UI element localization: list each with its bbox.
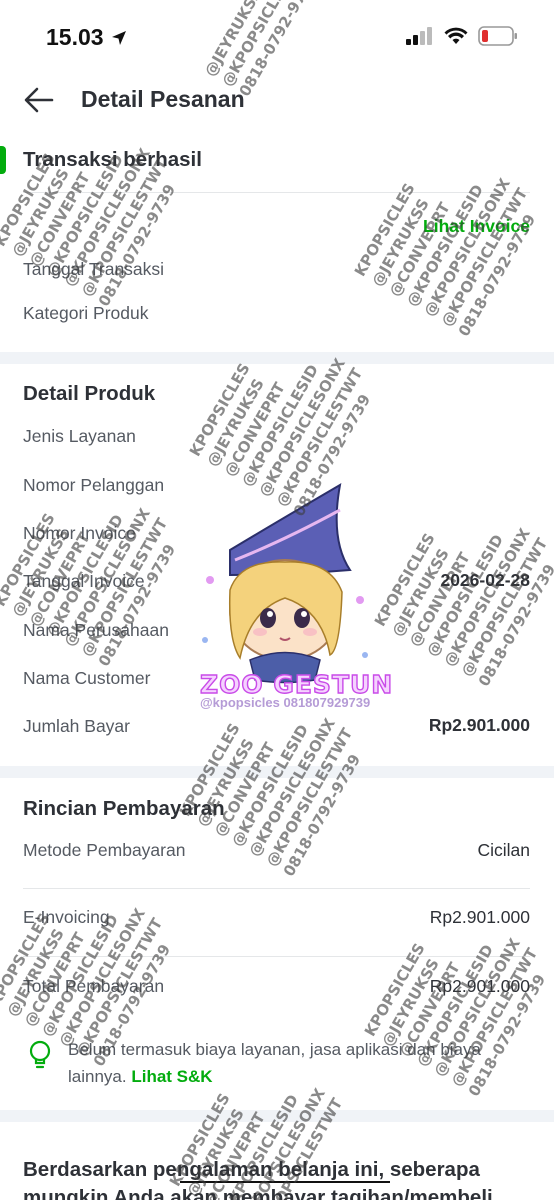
section-separator (0, 766, 554, 778)
watermark: KPOPSICLES @JEYRUKSS @CONVEPRT @KPOPSICLESI… (350, 175, 540, 340)
total-payment-label: Total Pembayaran (23, 976, 165, 996)
sticker-sub: @kpopsicles 081807929739 (200, 695, 371, 710)
invoice-date-value: 2026-02-28 (440, 570, 530, 590)
order-status: Transaksi berhasil (23, 148, 202, 171)
customer-name-label: Nama Customer (23, 668, 151, 688)
terms-link[interactable]: Lihat S&K (131, 1067, 212, 1086)
fee-note-body: Belum termasuk biaya layanan, jasa aplik… (68, 1040, 481, 1086)
amount-paid-label: Jumlah Bayar (23, 716, 130, 736)
service-type-label: Jenis Layanan (23, 426, 136, 446)
divider (23, 192, 530, 193)
transaction-date-label: Tanggal Transaksi (23, 259, 165, 279)
section-separator (0, 352, 554, 364)
customer-number-label: Nomor Pelanggan (23, 475, 165, 495)
battery-low-icon (478, 26, 517, 46)
lightbulb-icon (29, 1040, 51, 1069)
survey-question: Berdasarkan pengalaman belanja ini, sebe… (23, 1158, 493, 1200)
cellular-signal-icon (406, 27, 432, 45)
wifi-icon (444, 27, 468, 44)
arrow-left-icon (24, 87, 54, 113)
view-invoice-link[interactable]: Lihat Invoice (423, 216, 530, 237)
invoice-date-label: Tanggal Invoice (23, 571, 145, 591)
divider (23, 888, 530, 889)
total-payment-value: Rp2.901.000 (429, 976, 530, 996)
survey-underline (180, 1181, 390, 1183)
status-time: 15.03 (46, 24, 128, 51)
e-invoicing-value: Rp2.901.000 (429, 907, 530, 927)
page-title: Detail Pesanan (81, 86, 245, 112)
product-detail-title: Detail Produk (23, 382, 156, 405)
status-icons (406, 26, 518, 46)
payment-detail-title: Rincian Pembayaran (23, 797, 225, 820)
payment-method-value: Cicilan (477, 840, 530, 860)
invoice-number-label: Nomor Invoice (23, 523, 136, 543)
product-category-label: Kategori Produk (23, 303, 149, 323)
status-indicator (0, 146, 6, 174)
section-separator (0, 1110, 554, 1122)
amount-paid-value: Rp2.901.000 (428, 715, 530, 735)
status-bar: 15.03 (0, 0, 554, 72)
company-name-label: Nama Perusahaan (23, 620, 169, 640)
location-arrow-icon (111, 30, 126, 45)
e-invoicing-label: E-Invoicing (23, 907, 110, 927)
payment-method-label: Metode Pembayaran (23, 840, 186, 860)
divider (23, 956, 530, 957)
fee-note-text: Belum termasuk biaya layanan, jasa aplik… (68, 1036, 533, 1090)
back-button[interactable] (22, 84, 56, 116)
app-header: Detail Pesanan (0, 72, 554, 128)
status-time-text: 15.03 (46, 24, 104, 50)
